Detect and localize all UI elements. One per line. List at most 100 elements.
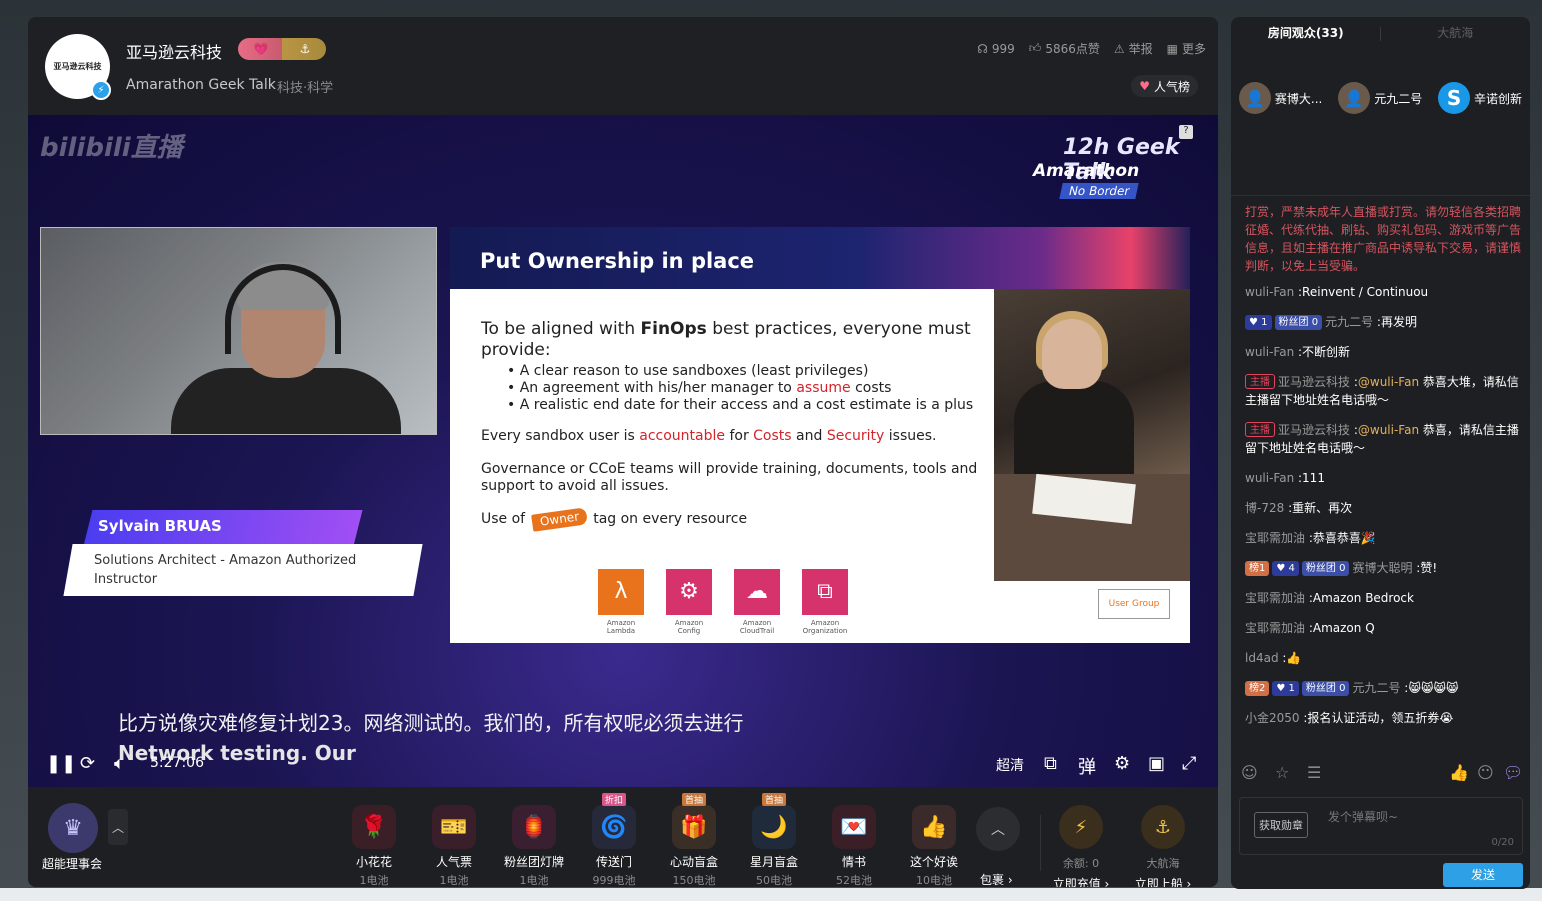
slide-paragraph: Every sandbox user is accountable for Co…: [481, 428, 937, 444]
danmaku-toggle-icon[interactable]: 弹: [1078, 753, 1096, 779]
voyage-entry[interactable]: ⚓ 大航海 立即上船 ›: [1128, 805, 1198, 887]
get-medal-button[interactable]: 获取勋章: [1254, 812, 1308, 838]
sidebar-divider: [1231, 195, 1530, 196]
crown-icon[interactable]: ♛: [48, 803, 98, 853]
chat-text: 不断创新: [1302, 345, 1351, 359]
chat-username[interactable]: 小金2050: [1245, 711, 1300, 725]
chevron-up-icon[interactable]: ︿: [108, 809, 128, 845]
gift-name: 这个好诶: [909, 855, 958, 869]
volume-icon[interactable]: 🔈︎: [114, 753, 125, 774]
gift-item[interactable]: 🏮 粉丝团灯牌 1电池: [498, 799, 570, 887]
pip-icon[interactable]: ⧉: [1044, 753, 1057, 774]
playback-time: 5:27:06: [150, 755, 204, 771]
chat-badge[interactable]: 榜1: [1245, 561, 1270, 576]
room-category[interactable]: 科技·科学: [277, 77, 333, 96]
chat-badge[interactable]: ♥ 1: [1272, 681, 1299, 696]
anchor-icon: ⚓: [1141, 805, 1185, 849]
chat-username[interactable]: 元九二号: [1352, 681, 1400, 695]
chat-text: 报名认证活动，领五折券😭: [1307, 711, 1454, 725]
grid-icon: ▦: [1166, 41, 1178, 56]
danmaku-input[interactable]: 发个弹幕呗~: [1328, 808, 1398, 825]
chat-username[interactable]: 亚马逊云科技: [1278, 423, 1350, 437]
refresh-icon[interactable]: ⟳: [80, 753, 95, 774]
member-label[interactable]: 超能理事会: [42, 855, 102, 872]
chat-username[interactable]: 博-728: [1245, 501, 1284, 515]
tab-voyage[interactable]: 大航海: [1381, 17, 1531, 51]
slide-paragraph: Use of Owner tag on every resource: [481, 507, 991, 532]
package-button[interactable]: 包裹 ›: [980, 871, 1013, 887]
chat-mention[interactable]: @wuli-Fan: [1358, 375, 1419, 389]
popularity-rank-button[interactable]: ♥ 人气榜: [1131, 75, 1198, 97]
star-icon[interactable]: ☆: [1275, 763, 1289, 782]
webpage-fullscreen-icon[interactable]: ▣: [1148, 753, 1165, 774]
photo-face: [1042, 319, 1102, 389]
chat-badge[interactable]: 粉丝团 0: [1301, 681, 1350, 696]
chat-username[interactable]: wuli-Fan: [1245, 345, 1294, 359]
gift-item[interactable]: 🌹 小花花 1电池: [338, 799, 410, 887]
gift-tag: 首抽: [762, 793, 787, 806]
aws-service: ⧉ Amazon Organization: [802, 569, 848, 635]
gift-price: 1电池: [439, 874, 469, 887]
chat-badge[interactable]: ♥ 1: [1245, 315, 1272, 330]
gift-item[interactable]: 💌 情书 52电池: [818, 799, 890, 887]
gift-icon: 🏮: [512, 805, 556, 849]
video-area[interactable]: bilibili直播 ? 12h Geek Talk Amarathon No …: [28, 115, 1218, 787]
message-icon[interactable]: 💬︎: [1503, 763, 1523, 782]
like-count[interactable]: 👍︎ 5866点赞: [1029, 40, 1100, 57]
gift-item[interactable]: 👍 这个好诶 10电池: [898, 799, 970, 887]
streamer-name[interactable]: 亚马逊云科技: [126, 39, 222, 63]
quality-selector[interactable]: 超清: [996, 755, 1024, 775]
chat-badge[interactable]: 粉丝团 0: [1274, 315, 1323, 330]
face-icon[interactable]: 😶: [1477, 763, 1494, 782]
gift-item[interactable]: 折扣 🌀 传送门 999电池: [578, 793, 650, 887]
chat-username[interactable]: 元九二号: [1325, 315, 1373, 329]
tab-room-audience[interactable]: 房间观众(33): [1231, 17, 1381, 51]
chat-badge[interactable]: 主播: [1245, 422, 1275, 437]
gift-bar: ♛ 超能理事会 ︿ 🌹 小花花 1电池 🎫 人气票 1电池 🏮 粉丝团灯牌 1电池 折扣 🌀 传送门 9…: [28, 787, 1218, 887]
viewer-item[interactable]: 👤 元九二号: [1338, 73, 1422, 123]
gift-item[interactable]: 首抽 🌙 星月盲盒 50电池: [738, 793, 810, 887]
chat-username[interactable]: ld4ad: [1245, 651, 1279, 665]
viewer-item[interactable]: S 辛诺创新: [1438, 73, 1522, 123]
viewer-item[interactable]: 👤 赛博大...: [1238, 73, 1322, 123]
chat-badge[interactable]: ♥ 4: [1272, 561, 1299, 576]
more-button[interactable]: ▦ 更多: [1167, 40, 1206, 57]
slide-bullet: A clear reason to use sandboxes (least p…: [507, 363, 991, 380]
chat-username[interactable]: wuli-Fan: [1245, 285, 1294, 299]
recharge-button[interactable]: 立即充值 ›: [1046, 875, 1116, 887]
gift-tag: 首抽: [682, 793, 707, 806]
chat-mention[interactable]: @wuli-Fan: [1358, 423, 1419, 437]
chat-username[interactable]: wuli-Fan: [1245, 471, 1294, 485]
gift-item[interactable]: 🎫 人气票 1电池: [418, 799, 490, 887]
chat-username[interactable]: 宝耶需加油: [1245, 591, 1305, 605]
chat-badge[interactable]: 榜2: [1245, 681, 1270, 696]
battery-wallet[interactable]: ⚡ 余额: 0 立即充值 ›: [1046, 805, 1116, 887]
chat-badge[interactable]: 粉丝团 0: [1301, 561, 1350, 576]
balance-text: 余额: 0: [1062, 857, 1100, 870]
room-title: Amarathon Geek Talk: [126, 77, 276, 93]
list-icon[interactable]: ☰: [1307, 763, 1321, 782]
speaker-webcam: [40, 227, 437, 435]
battery-icon: ⚡: [1059, 805, 1103, 849]
viewers-icon: ☊: [977, 41, 988, 56]
speaker-nameplate: Sylvain BRUAS Solutions Architect - Amaz…: [63, 510, 423, 600]
send-button[interactable]: 发送: [1443, 863, 1523, 887]
like-hand-icon[interactable]: 👍: [1449, 763, 1469, 782]
board-button[interactable]: 立即上船 ›: [1128, 875, 1198, 887]
chat-messages: wuli-Fan :Reinvent / Continuou ♥ 1 粉丝团 0 元九…: [1245, 283, 1523, 727]
chat-username[interactable]: 宝耶需加油: [1245, 531, 1305, 545]
gift-item[interactable]: 首抽 🎁 心动盲盒 150电池: [658, 793, 730, 887]
expand-gifts-icon[interactable]: ︿: [976, 807, 1020, 851]
chat-username[interactable]: 宝耶需加油: [1245, 621, 1305, 635]
aws-service-icons: λ Amazon Lambda ⚙ Amazon Config ☁ Amazon Clou…: [598, 569, 848, 635]
report-button[interactable]: ⚠ 举报: [1114, 40, 1153, 57]
chat-badge[interactable]: 主播: [1245, 374, 1275, 389]
chat-username[interactable]: 亚马逊云科技: [1278, 375, 1350, 389]
pause-icon[interactable]: ❚❚: [46, 753, 76, 774]
chat-username[interactable]: 赛博大聪明: [1352, 561, 1412, 575]
gift-price: 150电池: [672, 874, 716, 887]
fan-medal[interactable]: 💗 ⚓: [238, 38, 326, 60]
emote-icon[interactable]: ☺: [1241, 763, 1258, 782]
danmaku-settings-icon[interactable]: ⚙: [1114, 753, 1130, 774]
fullscreen-icon[interactable]: ⤢: [1182, 753, 1196, 774]
